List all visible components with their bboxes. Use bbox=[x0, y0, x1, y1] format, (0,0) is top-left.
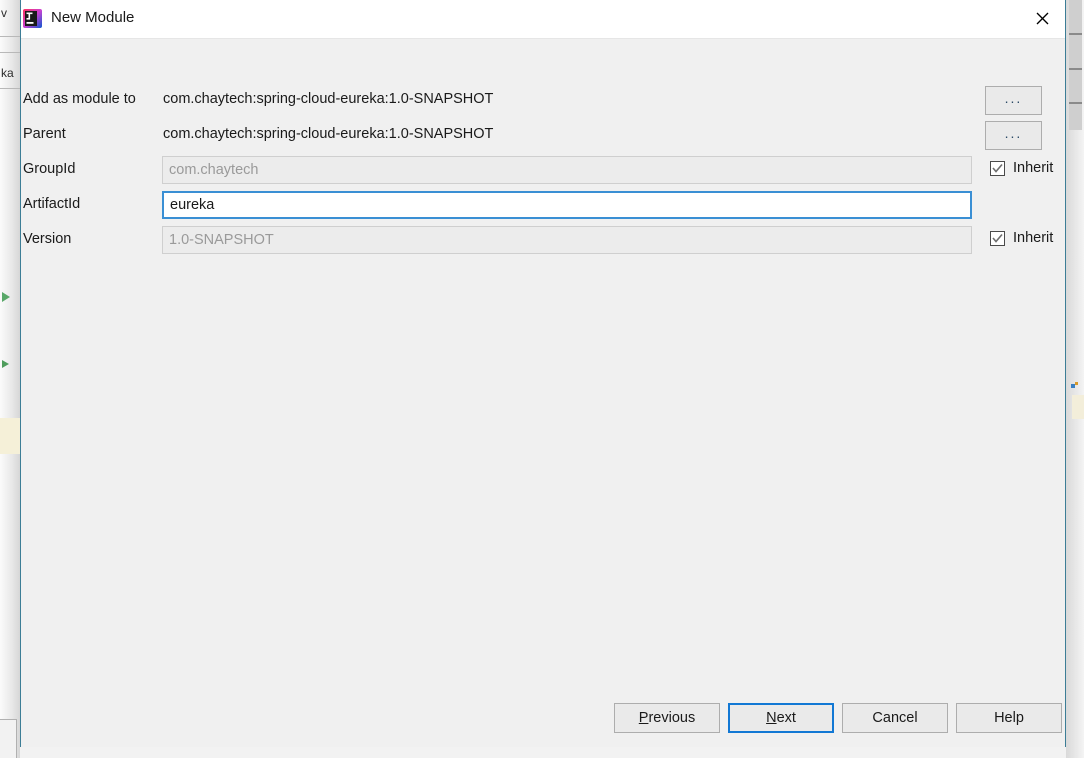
browse-add-as-module-to-button[interactable]: ... bbox=[985, 86, 1042, 115]
run-gutter-icon-2[interactable] bbox=[0, 357, 12, 369]
groupid-inherit-checkbox[interactable]: Inherit bbox=[990, 160, 1053, 176]
next-button[interactable]: Next bbox=[728, 703, 834, 733]
value-parent: com.chaytech:spring-cloud-eureka:1.0-SNA… bbox=[163, 126, 494, 142]
version-inherit-label: Inherit bbox=[1013, 230, 1054, 246]
background-divider-2 bbox=[0, 52, 20, 53]
previous-button[interactable]: Previous bbox=[614, 703, 720, 733]
groupid-inherit-label: Inherit bbox=[1013, 160, 1054, 176]
artifactid-input[interactable] bbox=[162, 191, 972, 219]
scrollbar-track[interactable] bbox=[1069, 0, 1082, 130]
checkbox-icon bbox=[990, 160, 1005, 176]
background-text-fragment-top: v bbox=[1, 6, 7, 20]
help-button[interactable]: Help bbox=[956, 703, 1062, 733]
version-input[interactable] bbox=[162, 226, 972, 254]
dialog-footer: Previous Next Cancel Help bbox=[21, 691, 1065, 747]
run-gutter-icon-1[interactable] bbox=[0, 290, 12, 302]
background-divider-1 bbox=[0, 36, 20, 37]
cancel-button[interactable]: Cancel bbox=[842, 703, 948, 733]
value-add-as-module-to: com.chaytech:spring-cloud-eureka:1.0-SNA… bbox=[163, 91, 494, 107]
checkbox-icon bbox=[990, 230, 1005, 246]
previous-mnemonic: P bbox=[638, 710, 649, 726]
version-inherit-checkbox[interactable]: Inherit bbox=[990, 230, 1053, 246]
label-parent: Parent bbox=[23, 126, 66, 142]
background-right-panel bbox=[1066, 0, 1084, 758]
background-status-panel bbox=[0, 719, 17, 758]
intellij-idea-icon bbox=[23, 9, 42, 28]
background-text-fragment-mid: ka bbox=[1, 66, 14, 80]
label-groupid: GroupId bbox=[23, 161, 76, 177]
scrollbar-segment bbox=[1069, 33, 1082, 35]
next-label: ext bbox=[776, 710, 796, 726]
groupid-input[interactable] bbox=[162, 156, 972, 184]
editor-highlight-band bbox=[0, 418, 20, 454]
next-mnemonic: N bbox=[766, 710, 777, 726]
scrollbar-segment bbox=[1069, 102, 1082, 104]
browse-parent-button[interactable]: ... bbox=[985, 121, 1042, 150]
scrollbar-segment bbox=[1069, 68, 1082, 70]
editor-marker-icon bbox=[1071, 377, 1079, 388]
dialog-titlebar: New Module bbox=[21, 0, 1065, 39]
previous-label: revious bbox=[648, 710, 696, 726]
label-artifactid: ArtifactId bbox=[23, 196, 81, 212]
background-divider-3 bbox=[0, 88, 20, 89]
new-module-dialog: New Module Add as module to com.chaytech… bbox=[20, 0, 1066, 747]
label-add-as-module-to: Add as module to bbox=[23, 91, 136, 107]
dialog-content: Add as module to com.chaytech:spring-clo… bbox=[21, 39, 1065, 747]
label-version: Version bbox=[23, 231, 72, 247]
dialog-title: New Module bbox=[51, 9, 135, 26]
editor-highlight-band-right bbox=[1072, 395, 1084, 419]
editor-gutter-strip bbox=[0, 0, 20, 758]
close-icon[interactable] bbox=[1019, 0, 1065, 37]
